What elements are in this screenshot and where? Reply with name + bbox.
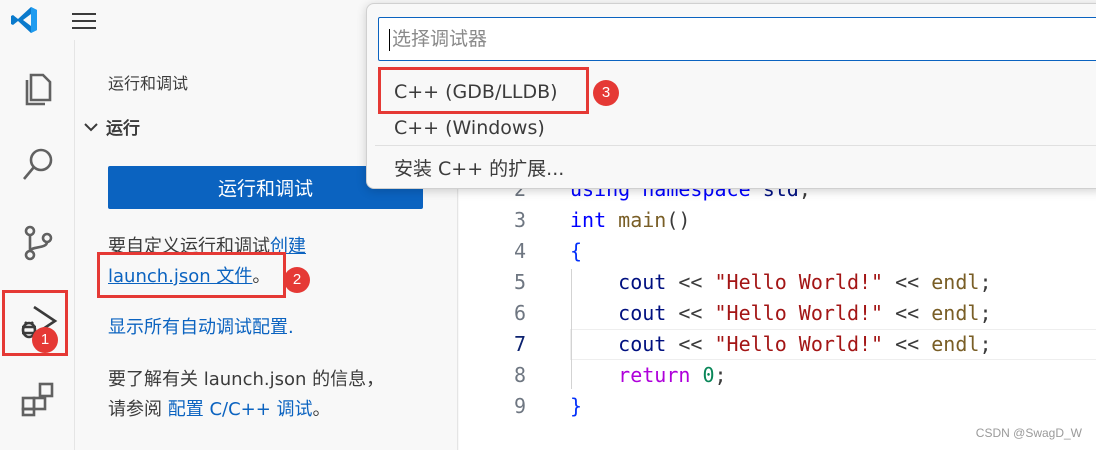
source-control-icon [24,225,52,261]
code-editor[interactable]: 2 using namespace std; 3 int main() 4{5 cout… [459,170,1096,450]
line-code: int main() [570,205,690,236]
code-line[interactable]: 5 cout << "Hello World!" << endl; [459,267,1096,298]
configure-cpp-debug-link[interactable]: 配置 C/C++ 调试 [168,399,313,420]
line-number: 9 [513,394,526,418]
code-token: cout [618,301,667,325]
annotation-badge-2: 2 [284,267,310,293]
code-token: "Hello World!" [714,332,884,356]
code-token: main [618,208,667,232]
watermark: CSDN @SwagD_W [975,426,1082,440]
extensions-button[interactable] [0,364,75,434]
quick-pick-item-windows[interactable]: C++ (Windows) [394,117,545,139]
line-number: 6 [513,301,526,325]
code-token: endl [931,332,980,356]
sidebar-title: 运行和调试 [108,74,189,93]
code-token: << [883,301,932,325]
code-token: endl [931,301,980,325]
code-token: "Hello World!" [714,301,884,325]
code-token: ; [714,363,727,387]
debugger-search-placeholder: 选择调试器 [392,28,488,50]
code-line[interactable]: 9} [459,391,1096,422]
code-token: ; [979,270,992,294]
vscode-logo-icon [11,7,37,33]
info-text: 要了解有关 launch.json 的信息， 请参阅 配置 C/C++ 调试。 [108,365,384,425]
code-token: endl [931,270,980,294]
code-token: ; [979,332,992,356]
annotation-box-3 [378,67,589,114]
code-line[interactable]: 3 int main() [459,205,1096,236]
code-token: cout [618,332,667,356]
code-token: << [666,332,715,356]
annotation-badge-3: 3 [593,80,619,106]
code-line[interactable]: 4{ [459,236,1096,267]
line-code: { [570,236,582,267]
activity-bar [0,40,75,450]
debugger-search-input[interactable]: 选择调试器 [378,17,1096,61]
code-line[interactable]: 7 cout << "Hello World!" << endl; [459,329,1096,360]
code-token: } [570,394,583,418]
code-line[interactable]: 8 return 0; [459,360,1096,391]
code-token: 0 [702,363,715,387]
line-number: 5 [513,270,526,294]
line-code: } [570,391,582,422]
quick-pick-item-install-extension[interactable]: 安装 C++ 的扩展... [394,154,564,181]
code-token: int [570,208,607,232]
info-line1: 要了解有关 launch.json 的信息， [108,369,385,390]
info-prefix: 请参阅 [108,399,168,420]
annotation-badge-1: 1 [32,327,58,353]
code-token: ; [979,301,992,325]
line-code: cout << "Hello World!" << endl; [570,298,991,329]
show-all-configs-link[interactable]: 显示所有自动调试配置. [108,313,294,343]
search-icon [22,148,52,180]
code-token: () [666,208,691,232]
code-token: cout [618,270,667,294]
line-code: return 0; [570,360,727,391]
code-token: << [666,270,715,294]
chevron-down-icon [84,122,98,131]
annotation-box-2 [97,252,286,298]
text-cursor [389,28,390,51]
explorer-button[interactable] [0,52,75,122]
show-all-configs-label[interactable]: 显示所有自动调试配置. [108,317,294,338]
line-code: cout << "Hello World!" << endl; [570,329,991,360]
code-token: << [883,332,932,356]
quick-pick-separator [375,145,1096,146]
hamburger-menu-icon[interactable] [70,9,98,33]
code-line[interactable]: 6 cout << "Hello World!" << endl; [459,298,1096,329]
code-token: << [883,270,932,294]
search-button[interactable] [0,130,75,200]
info-period: 。 [312,399,331,420]
line-number: 7 [513,332,526,356]
line-code: cout << "Hello World!" << endl; [570,267,991,298]
line-number: 4 [513,239,526,263]
explorer-icon [25,73,51,106]
source-control-button[interactable] [0,208,75,278]
code-token: "Hello World!" [714,270,884,294]
code-token: { [570,239,583,263]
line-number: 8 [513,363,526,387]
run-section-header[interactable]: 运行 [84,114,140,139]
extensions-icon [21,382,53,417]
section-label: 运行 [106,119,140,139]
line-number: 3 [513,208,526,232]
code-token: << [666,301,715,325]
code-token: return [618,363,691,387]
